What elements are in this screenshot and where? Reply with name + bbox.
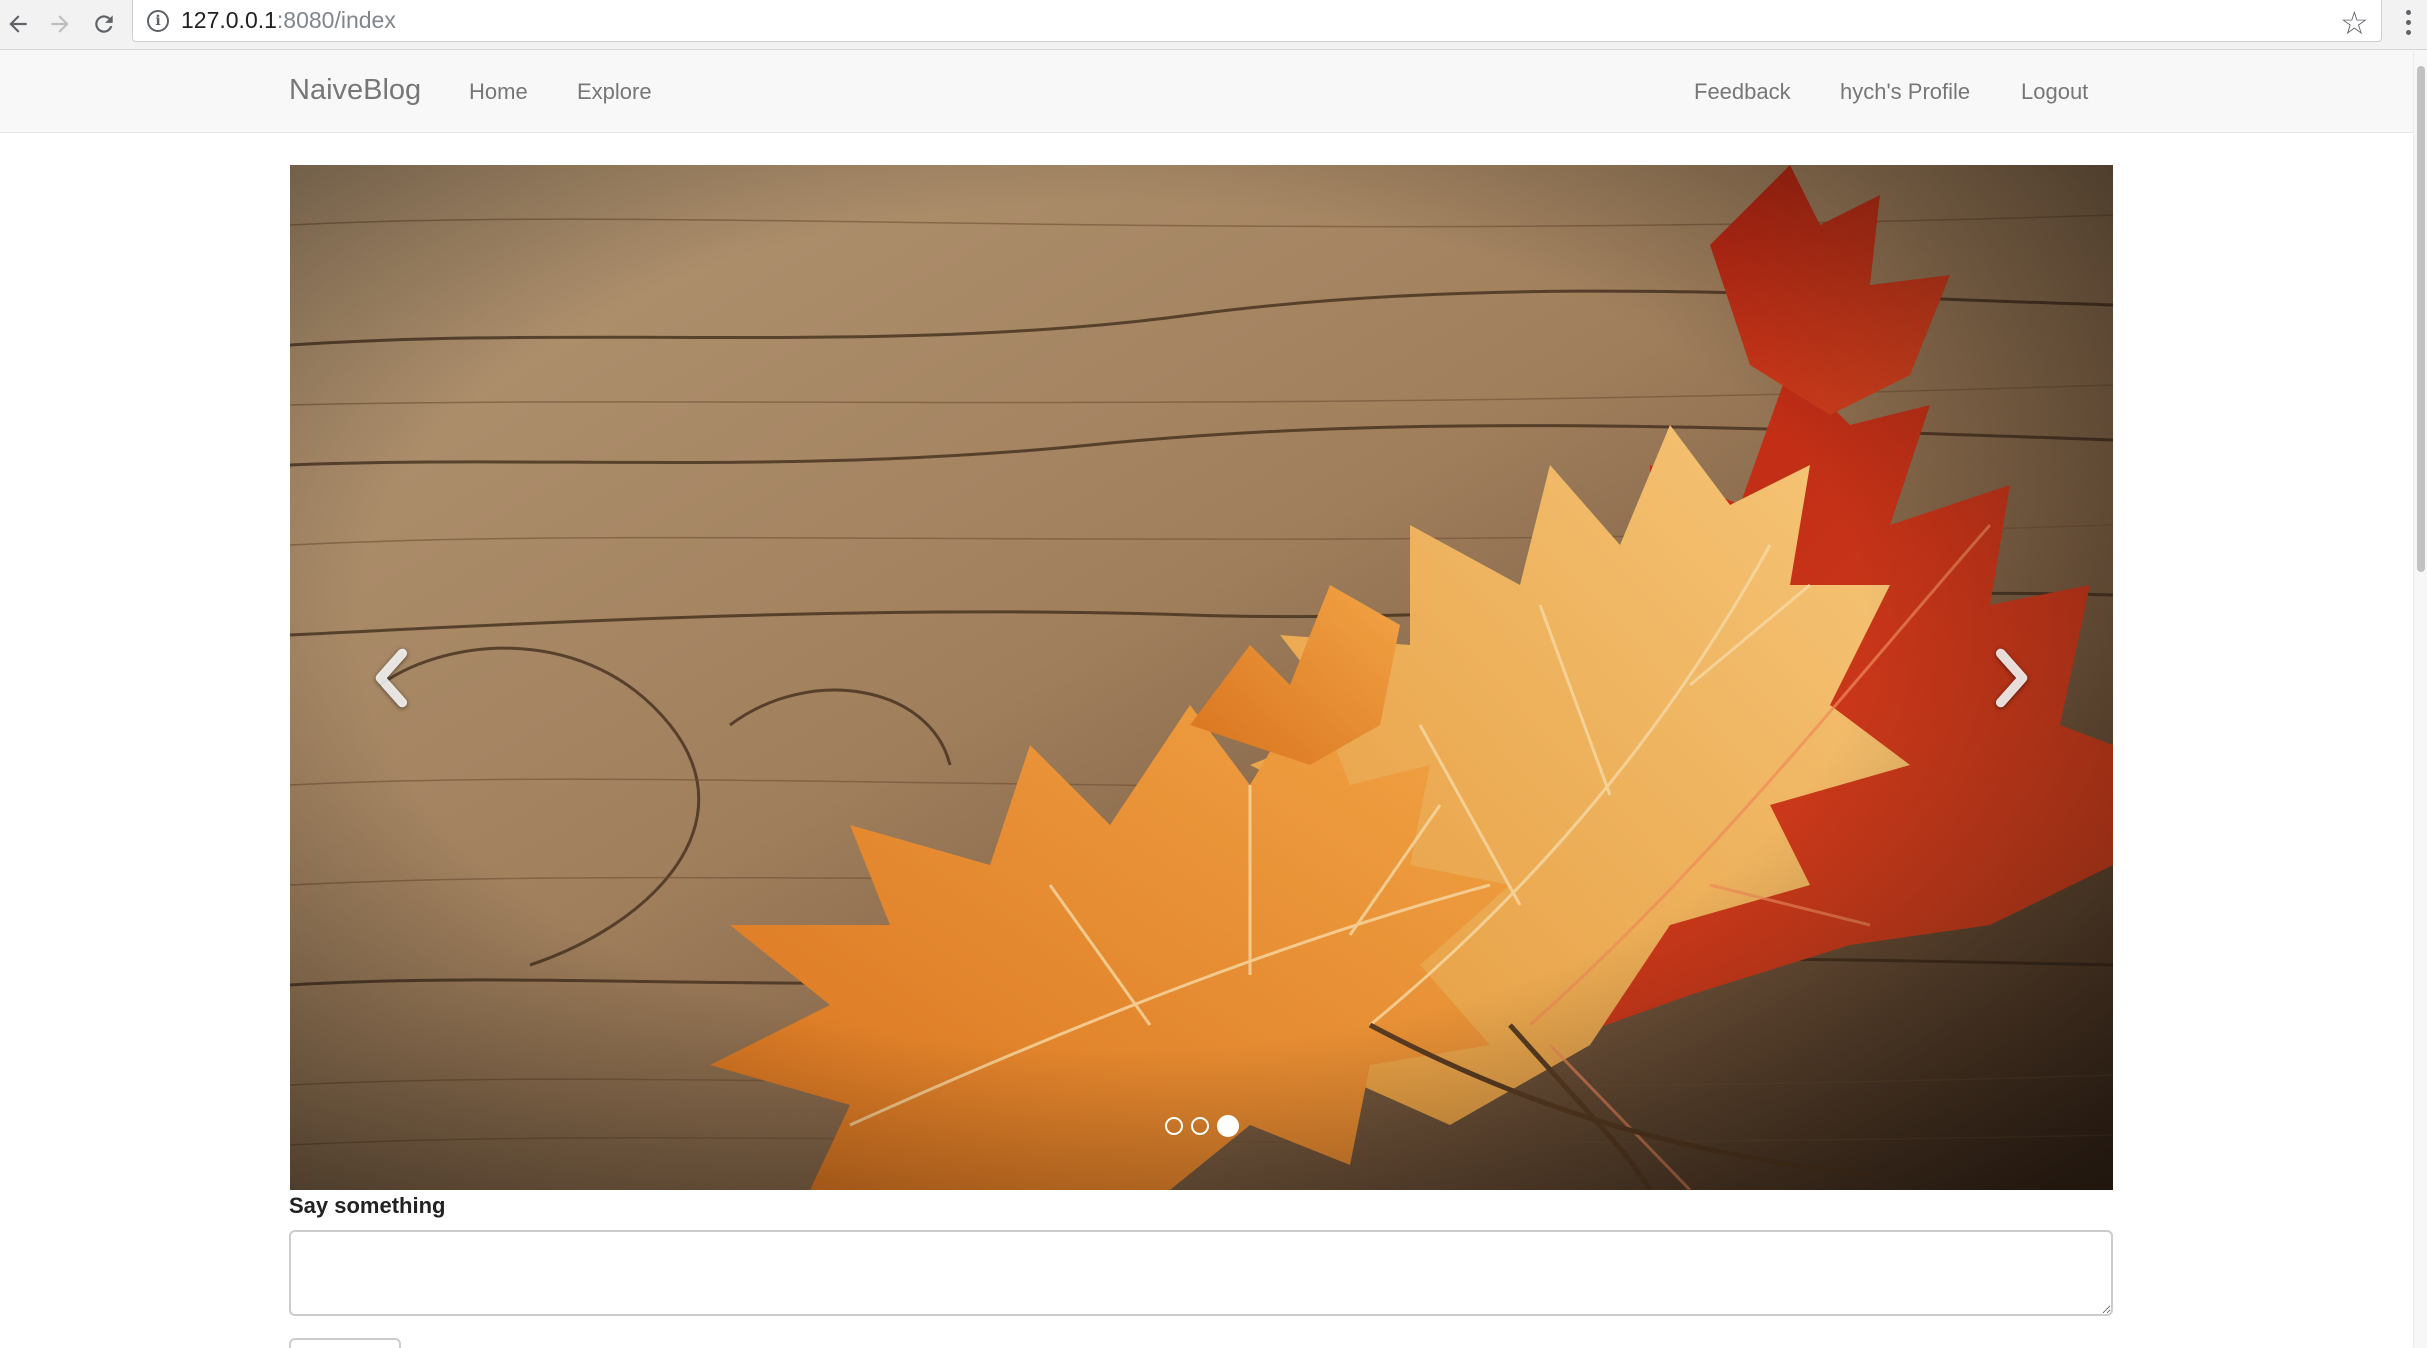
- say-something-textarea[interactable]: [289, 1230, 2113, 1316]
- image-carousel[interactable]: [290, 165, 2113, 1190]
- reload-button[interactable]: [86, 6, 122, 42]
- brand-link[interactable]: NaiveBlog: [289, 74, 421, 107]
- nav-logout[interactable]: Logout: [2021, 79, 2088, 105]
- carousel-indicator-1[interactable]: [1165, 1117, 1183, 1135]
- back-button[interactable]: [0, 6, 36, 42]
- carousel-next-control[interactable]: [1913, 165, 2113, 1190]
- chevron-left-icon: [375, 648, 408, 707]
- nav-home[interactable]: Home: [469, 79, 528, 105]
- browser-menu-icon[interactable]: [2398, 4, 2418, 40]
- submit-button[interactable]: [289, 1338, 401, 1348]
- carousel-indicator-3[interactable]: [1217, 1115, 1239, 1137]
- nav-explore[interactable]: Explore: [577, 79, 652, 105]
- info-icon[interactable]: i: [147, 9, 169, 32]
- say-something-label: Say something: [289, 1193, 446, 1218]
- chevron-right-icon: [1995, 648, 2028, 707]
- carousel-indicator-2[interactable]: [1191, 1117, 1209, 1135]
- url-path: :8080/index: [276, 7, 396, 33]
- scrollbar-thumb[interactable]: [2417, 66, 2425, 572]
- site-navbar: NaiveBlog Home Explore Feedback hych's P…: [0, 50, 2413, 133]
- forward-button[interactable]: [42, 6, 78, 42]
- carousel-prev-control[interactable]: [290, 165, 490, 1190]
- address-bar[interactable]: i 127.0.0.1:8080/index: [132, 0, 2382, 42]
- page-scrollbar[interactable]: [2413, 50, 2427, 1348]
- carousel-indicators: [1165, 1115, 1239, 1137]
- browser-toolbar: i 127.0.0.1:8080/index ☆: [0, 0, 2427, 50]
- autumn-leaves-image: [290, 165, 2113, 1190]
- nav-profile[interactable]: hych's Profile: [1840, 79, 1970, 105]
- url-host: 127.0.0.1: [181, 7, 277, 33]
- arrow-right-icon: [51, 15, 69, 33]
- arrow-left-icon: [9, 15, 27, 33]
- nav-feedback[interactable]: Feedback: [1694, 79, 1791, 105]
- reload-icon: [95, 15, 113, 33]
- bookmark-star-icon[interactable]: ☆: [2340, 4, 2369, 42]
